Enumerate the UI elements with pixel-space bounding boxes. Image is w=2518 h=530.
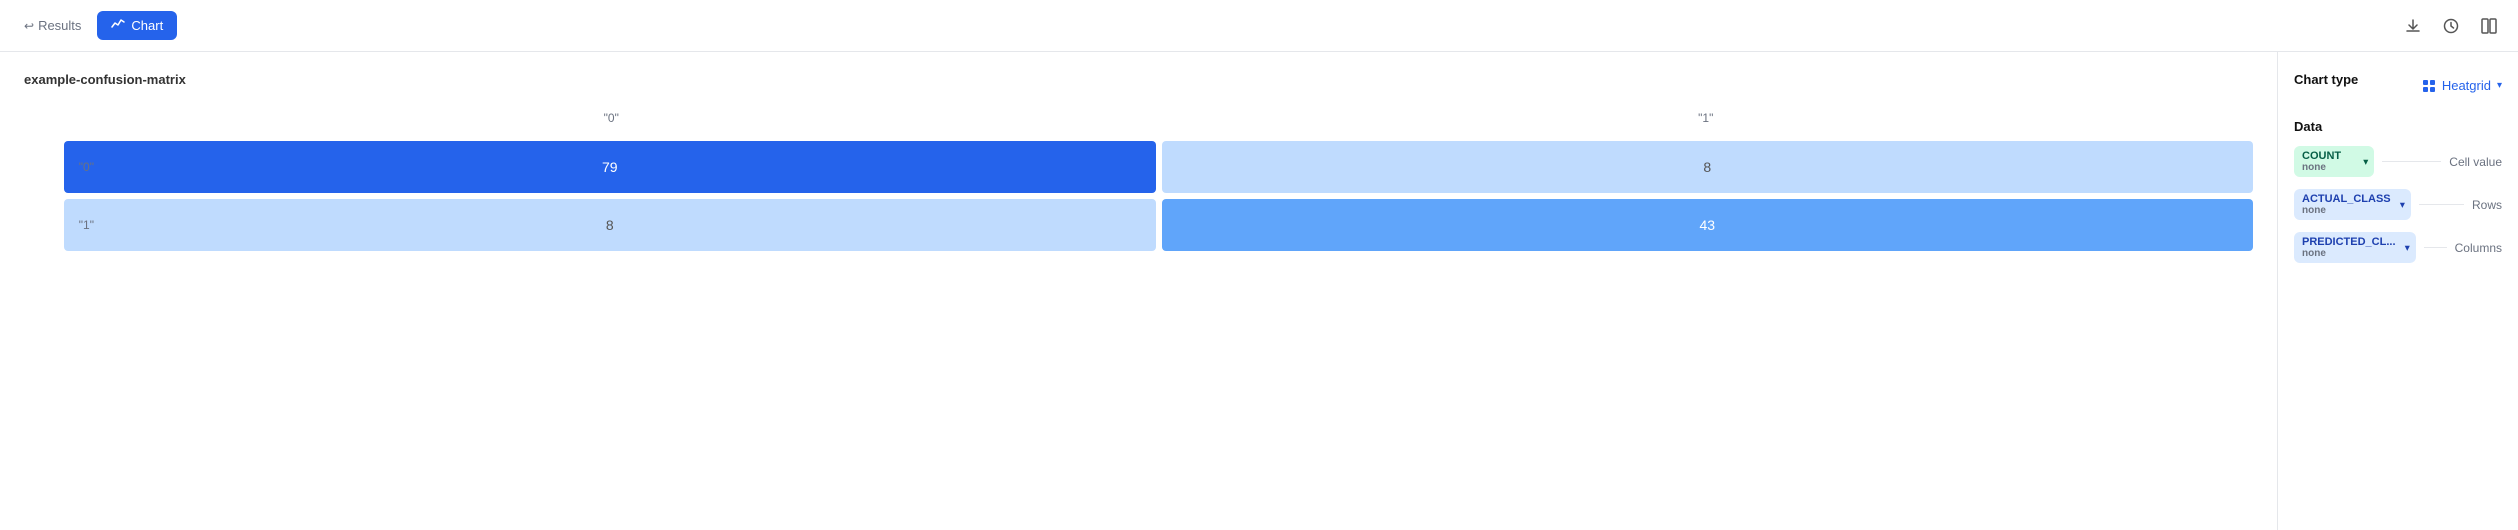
cell-1-0: 8 [64, 199, 1156, 251]
layout-button[interactable] [2476, 13, 2502, 39]
chart-type-title: Chart type [2294, 72, 2358, 87]
row-cells-0: 79 8 [64, 141, 2253, 193]
chart-type-selector[interactable]: Heatgrid ▾ [2422, 78, 2502, 93]
chart-button[interactable]: Chart [97, 11, 177, 40]
data-row-count: COUNT none ▾ Cell value [2294, 146, 2502, 177]
row-cells-1: 8 43 [64, 199, 2253, 251]
chart-title: example-confusion-matrix [24, 72, 2253, 87]
download-button[interactable] [2400, 13, 2426, 39]
predicted-sub: none [2302, 248, 2396, 259]
top-bar: ↩ Results Chart [0, 0, 2518, 52]
chart-trend-icon [111, 17, 125, 34]
actual-class-badge[interactable]: ACTUAL_CLASS none ▾ [2294, 189, 2411, 220]
data-section-title: Data [2294, 119, 2502, 134]
cell-0-1: 8 [1162, 141, 2254, 193]
results-label: Results [38, 18, 81, 33]
grid-rows: "0" 79 8 "1" 8 43 [64, 141, 2253, 251]
top-bar-right [2400, 13, 2502, 39]
row-label-0: "0" [64, 160, 104, 174]
predicted-badge[interactable]: PREDICTED_CL... none ▾ [2294, 232, 2416, 263]
predicted-label: PREDICTED_CL... [2302, 236, 2396, 248]
divider [2419, 204, 2464, 205]
chart-type-row: Chart type Heatgrid ▾ [2294, 72, 2502, 99]
chart-label: Chart [131, 18, 163, 33]
col-header-1: "1" [1159, 111, 2254, 131]
actual-class-label: ACTUAL_CLASS [2302, 193, 2391, 205]
chevron-down-icon: ▾ [2363, 156, 2368, 167]
columns-label: Columns [2455, 241, 2502, 255]
results-arrow-icon: ↩ [24, 19, 34, 33]
data-row-predicted: PREDICTED_CL... none ▾ Columns [2294, 232, 2502, 263]
actual-class-sub: none [2302, 205, 2391, 216]
chart-area: example-confusion-matrix "0" "1" "0" 79 … [0, 52, 2278, 530]
col-header-0: "0" [64, 111, 1159, 131]
count-badge[interactable]: COUNT none ▾ [2294, 146, 2374, 177]
main-content: example-confusion-matrix "0" "1" "0" 79 … [0, 52, 2518, 530]
heatgrid-label: Heatgrid [2442, 78, 2491, 93]
top-bar-left: ↩ Results Chart [16, 11, 177, 40]
count-badge-label: COUNT [2302, 150, 2354, 162]
rows-label: Rows [2472, 198, 2502, 212]
right-panel: Chart type Heatgrid ▾ Data [2278, 52, 2518, 530]
cell-1-1: 43 [1162, 199, 2254, 251]
table-row: "0" 79 8 [64, 141, 2253, 193]
chevron-down-icon: ▾ [2497, 80, 2502, 91]
divider [2382, 161, 2441, 162]
row-label-1: "1" [64, 218, 104, 232]
cell-value-label: Cell value [2449, 155, 2502, 169]
history-button[interactable] [2438, 13, 2464, 39]
cell-0-0: 79 [64, 141, 1156, 193]
table-row: "1" 8 43 [64, 199, 2253, 251]
chevron-down-icon: ▾ [2405, 242, 2410, 253]
heatgrid-wrapper: "0" "1" "0" 79 8 "1" 8 [24, 111, 2253, 251]
chevron-down-icon: ▾ [2400, 199, 2405, 210]
count-badge-sub: none [2302, 162, 2354, 173]
data-row-actual: ACTUAL_CLASS none ▾ Rows [2294, 189, 2502, 220]
heatgrid-icon [2422, 79, 2436, 93]
col-headers: "0" "1" [64, 111, 2253, 131]
results-button[interactable]: ↩ Results [16, 14, 89, 37]
data-section: Data COUNT none ▾ Cell value ACTUAL_CLAS… [2294, 119, 2502, 263]
divider [2424, 247, 2447, 248]
